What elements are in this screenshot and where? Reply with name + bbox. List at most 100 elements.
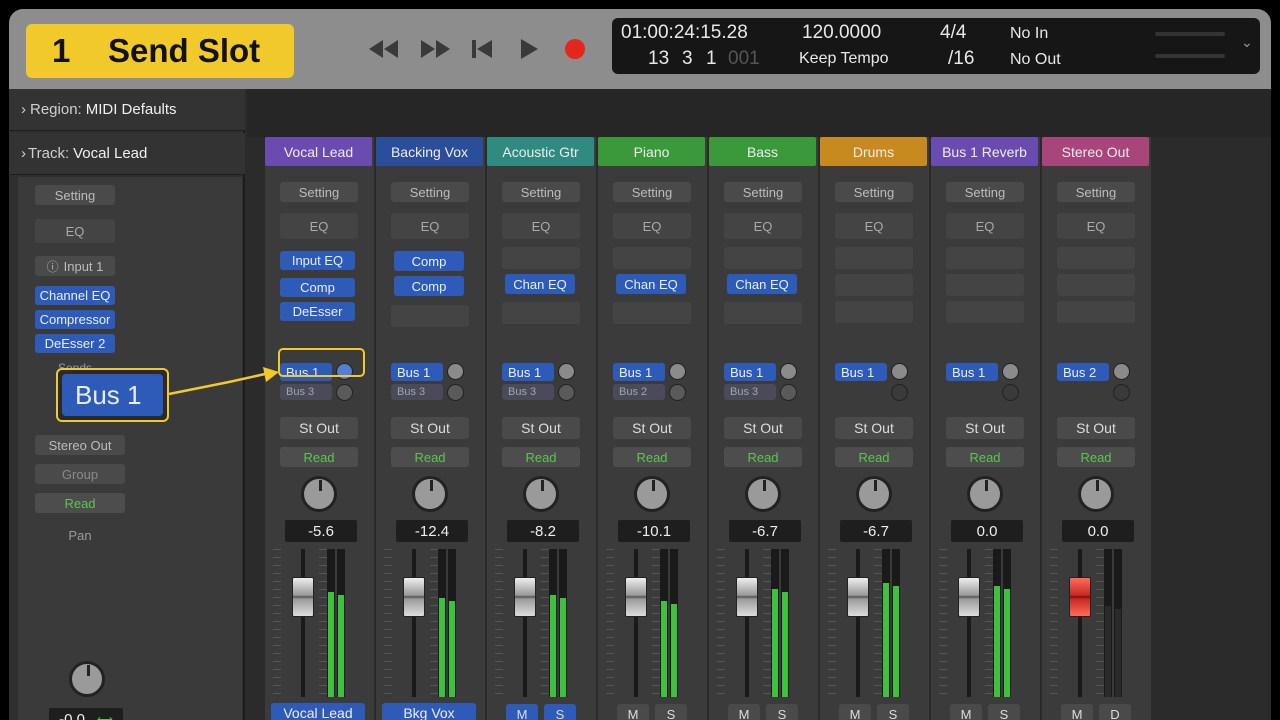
send-slot-1[interactable]: Bus 1: [946, 363, 998, 381]
strip-output-button[interactable]: St Out: [613, 417, 691, 439]
volume-fader[interactable]: [625, 577, 647, 617]
rewind-button[interactable]: [367, 36, 401, 62]
empty-insert-slot[interactable]: [502, 247, 580, 269]
volume-fader[interactable]: [1069, 577, 1091, 617]
strip-name-tab[interactable]: Stereo Out: [1042, 137, 1149, 166]
strip-plugin-slot[interactable]: Chan EQ: [727, 274, 797, 294]
strip-eq-slot[interactable]: EQ: [391, 213, 469, 239]
strip-automation-button[interactable]: Read: [946, 447, 1024, 467]
strip-name-tab[interactable]: Vocal Lead: [265, 137, 372, 166]
empty-insert-slot[interactable]: [835, 301, 913, 323]
strip-plugin-slot[interactable]: Comp: [394, 276, 464, 296]
empty-insert-slot[interactable]: [724, 302, 802, 324]
insp-output-button[interactable]: Stereo Out: [35, 435, 125, 455]
empty-insert-slot[interactable]: [1057, 274, 1135, 296]
send-level-knob[interactable]: [1113, 384, 1130, 401]
send-level-knob[interactable]: [1002, 384, 1019, 401]
track-header[interactable]: › Track: Vocal Lead: [9, 133, 245, 175]
volume-fader[interactable]: [958, 577, 980, 617]
strip-output-button[interactable]: St Out: [835, 417, 913, 439]
strip-setting-button[interactable]: Setting: [1057, 182, 1135, 202]
pan-knob[interactable]: [412, 476, 448, 512]
strip-setting-button[interactable]: Setting: [724, 182, 802, 202]
send-slot-1[interactable]: Bus 1: [391, 363, 443, 381]
send-level-knob[interactable]: [447, 384, 464, 401]
strip-eq-slot[interactable]: EQ: [1057, 213, 1135, 239]
empty-insert-slot[interactable]: [613, 302, 691, 324]
strip-name-label[interactable]: Bkg Vox: [382, 703, 476, 720]
send-slot-1[interactable]: Bus 1: [502, 363, 554, 381]
volume-fader[interactable]: [514, 577, 536, 617]
insp-automation-button[interactable]: Read: [35, 493, 125, 513]
strip-name-tab[interactable]: Bus 1 Reverb: [931, 137, 1038, 166]
region-header[interactable]: › Region: MIDI Defaults: [9, 89, 245, 131]
empty-insert-slot[interactable]: [1057, 301, 1135, 323]
insp-setting-button[interactable]: Setting: [35, 185, 115, 205]
mute-button[interactable]: M: [506, 704, 538, 720]
send-level-knob[interactable]: [558, 363, 575, 380]
send-level-knob[interactable]: [780, 363, 797, 380]
pan-knob[interactable]: [856, 476, 892, 512]
send-level-knob[interactable]: [336, 384, 353, 401]
solo-button[interactable]: S: [544, 704, 576, 720]
pan-knob[interactable]: [967, 476, 1003, 512]
strip-eq-slot[interactable]: EQ: [502, 213, 580, 239]
pan-knob[interactable]: [523, 476, 559, 512]
strip-setting-button[interactable]: Setting: [502, 182, 580, 202]
pan-knob[interactable]: [634, 476, 670, 512]
volume-fader[interactable]: [736, 577, 758, 617]
strip-automation-button[interactable]: Read: [502, 447, 580, 467]
send-slot-2[interactable]: Bus 3: [724, 384, 776, 400]
send-slot-2[interactable]: Bus 2: [613, 384, 665, 400]
empty-insert-slot[interactable]: [724, 247, 802, 269]
empty-insert-slot[interactable]: [502, 302, 580, 324]
mute-button[interactable]: M: [950, 704, 982, 720]
strip-plugin-slot[interactable]: Chan EQ: [616, 274, 686, 294]
send-level-knob[interactable]: [669, 363, 686, 380]
chevron-down-icon[interactable]: ⌄: [1241, 34, 1253, 51]
strip-setting-button[interactable]: Setting: [391, 182, 469, 202]
solo-button[interactable]: S: [766, 704, 798, 720]
send-level-knob[interactable]: [1002, 363, 1019, 380]
pan-knob[interactable]: [301, 476, 337, 512]
strip-automation-button[interactable]: Read: [1057, 447, 1135, 467]
insp-plugin-1[interactable]: Compressor: [35, 310, 115, 329]
strip-eq-slot[interactable]: EQ: [946, 213, 1024, 239]
strip-eq-slot[interactable]: EQ: [835, 213, 913, 239]
strip-automation-button[interactable]: Read: [391, 447, 469, 467]
insp-eq-slot[interactable]: EQ: [35, 219, 115, 243]
strip-setting-button[interactable]: Setting: [280, 182, 358, 202]
send-slot-2[interactable]: Bus 3: [280, 384, 332, 400]
send-slot-1[interactable]: Bus 1: [613, 363, 665, 381]
record-button[interactable]: [558, 36, 592, 62]
strip-plugin-slot[interactable]: Chan EQ: [505, 274, 575, 294]
strip-automation-button[interactable]: Read: [280, 447, 358, 467]
mute-button[interactable]: M: [839, 704, 871, 720]
send-level-knob[interactable]: [669, 384, 686, 401]
solo-button[interactable]: S: [655, 704, 687, 720]
solo-button[interactable]: S: [988, 704, 1020, 720]
empty-insert-slot[interactable]: [391, 305, 469, 327]
empty-insert-slot[interactable]: [946, 247, 1024, 269]
strip-setting-button[interactable]: Setting: [613, 182, 691, 202]
strip-output-button[interactable]: St Out: [724, 417, 802, 439]
mute-button[interactable]: M: [1061, 704, 1093, 720]
strip-setting-button[interactable]: Setting: [835, 182, 913, 202]
empty-insert-slot[interactable]: [835, 274, 913, 296]
send-level-knob[interactable]: [891, 363, 908, 380]
send-slot-1[interactable]: Bus 2: [1057, 363, 1109, 381]
strip-automation-button[interactable]: Read: [835, 447, 913, 467]
solo-button[interactable]: S: [877, 704, 909, 720]
fast-forward-button[interactable]: [418, 36, 452, 62]
strip-input-slot[interactable]: Input EQ: [280, 251, 355, 270]
insp-pan-knob[interactable]: [69, 661, 105, 697]
send-level-knob[interactable]: [1113, 363, 1130, 380]
strip-name-tab[interactable]: Acoustic Gtr: [487, 137, 594, 166]
send-level-knob[interactable]: [447, 363, 464, 380]
send-level-knob[interactable]: [780, 384, 797, 401]
dim-button[interactable]: D: [1099, 704, 1131, 720]
strip-output-button[interactable]: St Out: [946, 417, 1024, 439]
strip-automation-button[interactable]: Read: [724, 447, 802, 467]
send-level-knob[interactable]: [891, 384, 908, 401]
strip-output-button[interactable]: St Out: [391, 417, 469, 439]
